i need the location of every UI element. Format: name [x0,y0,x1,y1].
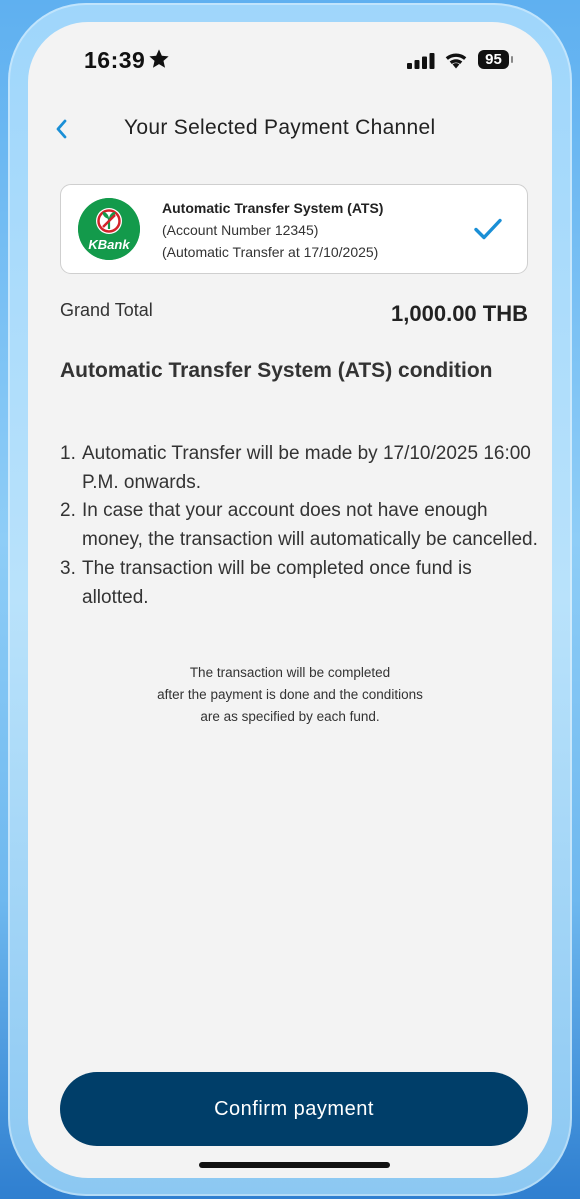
payment-channel-card[interactable]: KBank Automatic Transfer System (ATS) (A… [60,184,528,274]
star-icon [149,49,169,68]
transfer-schedule: (Automatic Transfer at 17/10/2025) [162,244,379,260]
condition-number: 1. [60,443,76,464]
condition-text: Automatic Transfer will be made by 17/10… [82,443,531,493]
account-number: (Account Number 12345) [162,222,319,238]
condition-text: In case that your account does not have … [82,500,538,551]
note-line-2: after the payment is done and the condit… [157,687,423,702]
condition-number: 3. [60,557,76,579]
battery-icon: 95 [478,50,509,69]
completion-note: The transaction will be completed after … [90,662,490,728]
channel-name: Automatic Transfer System (ATS) [162,200,384,216]
conditions-list: 1. Automatic Transfer will be made by 17… [60,440,540,612]
status-time: 16:39 [84,47,146,73]
condition-item: 3. The transaction will be completed onc… [60,555,540,612]
kbank-logo-text: KBank [88,237,130,252]
page-title: Your Selected Payment Channel [124,116,436,139]
confirm-payment-button[interactable]: Confirm payment [60,1072,528,1146]
grand-total-label: Grand Total [60,300,153,320]
chevron-left-icon[interactable] [54,118,70,140]
conditions-title: Automatic Transfer System (ATS) conditio… [60,359,493,382]
condition-number: 2. [60,500,76,522]
checkmark-icon [474,218,502,240]
condition-item: 1. Automatic Transfer will be made by 17… [60,440,540,497]
condition-item: 2. In case that your account does not ha… [60,497,540,554]
battery-cap [511,56,513,63]
signal-icon [407,53,435,69]
condition-text: The transaction will be completed once f… [82,557,472,608]
phone-screen: 16:39 95 Your Selected Payment Channel K… [28,22,552,1178]
wifi-icon [445,53,467,69]
note-line-1: The transaction will be completed [189,665,391,680]
note-line-3: are as specified by each fund. [200,709,380,724]
kbank-logo: KBank [78,198,140,260]
home-indicator [199,1162,390,1168]
grand-total-value: 1,000.00 THB [391,301,528,326]
